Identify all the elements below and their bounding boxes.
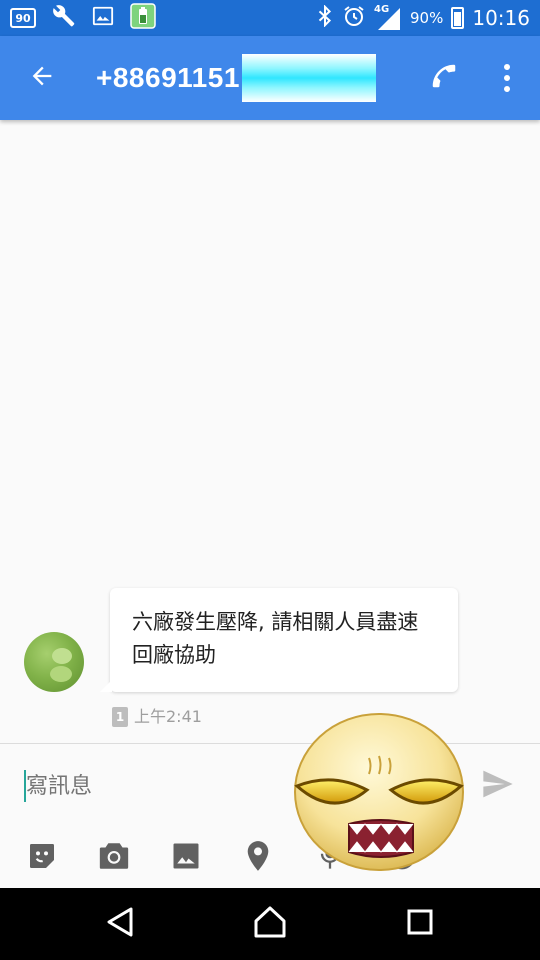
more-vertical-icon-dot bbox=[504, 64, 510, 70]
phone-icon bbox=[429, 61, 459, 95]
contact-avatar[interactable] bbox=[24, 632, 84, 692]
nav-recents-button[interactable] bbox=[380, 888, 460, 960]
sticker-icon bbox=[26, 840, 58, 876]
avatar-highlight bbox=[52, 648, 72, 664]
home-icon bbox=[253, 905, 287, 943]
redacted-number-overlay bbox=[241, 54, 376, 102]
send-button[interactable] bbox=[478, 768, 518, 804]
recents-icon bbox=[406, 908, 434, 940]
annoyed-face-sticker bbox=[293, 712, 465, 872]
message-text: 六廠發生壓降, 請相關人員盡速回廠協助 bbox=[132, 610, 419, 667]
gallery-icon bbox=[171, 841, 201, 875]
back-button[interactable] bbox=[0, 36, 84, 120]
wrench-icon bbox=[52, 4, 76, 33]
status-left-icons: 90 bbox=[10, 2, 156, 34]
gallery-button[interactable] bbox=[166, 838, 206, 878]
conversation-title: +88691151 bbox=[96, 62, 240, 93]
app-bar: +88691151 bbox=[0, 36, 540, 120]
message-timestamp: 上午2:41 bbox=[134, 707, 202, 726]
battery-percent: 90% bbox=[410, 9, 444, 27]
status-bar: 90 4G 90% 10:16 bbox=[0, 0, 540, 36]
bluetooth-icon bbox=[316, 3, 334, 32]
nav-home-button[interactable] bbox=[230, 888, 310, 960]
android-battery-icon bbox=[130, 2, 156, 34]
more-vertical-icon-dot bbox=[504, 75, 510, 81]
clock: 10:16 bbox=[472, 6, 530, 30]
location-icon bbox=[244, 840, 272, 876]
navigation-bar bbox=[0, 888, 540, 960]
alarm-icon bbox=[342, 4, 366, 33]
sticker-button[interactable] bbox=[22, 838, 62, 878]
call-button[interactable] bbox=[420, 54, 468, 102]
battery-icon bbox=[451, 7, 465, 29]
sim-slot-badge: 1 bbox=[112, 707, 128, 727]
nav-back-button[interactable] bbox=[80, 888, 160, 960]
camera-button[interactable] bbox=[94, 838, 134, 878]
camera-icon bbox=[97, 840, 131, 876]
avatar-highlight bbox=[50, 666, 72, 682]
message-bubble[interactable]: 六廠發生壓降, 請相關人員盡速回廠協助 bbox=[100, 588, 458, 692]
signal-4g-icon: 4G bbox=[374, 4, 402, 30]
status-right-icons: 4G 90% 10:16 bbox=[316, 3, 530, 33]
back-arrow-icon bbox=[28, 62, 56, 94]
back-triangle-icon bbox=[105, 906, 135, 942]
ninety-box-icon: 90 bbox=[10, 8, 36, 28]
location-button[interactable] bbox=[238, 838, 278, 878]
more-vertical-icon-dot bbox=[504, 86, 510, 92]
overflow-menu-button[interactable] bbox=[486, 54, 528, 102]
image-icon bbox=[92, 5, 114, 32]
send-icon bbox=[482, 770, 514, 802]
